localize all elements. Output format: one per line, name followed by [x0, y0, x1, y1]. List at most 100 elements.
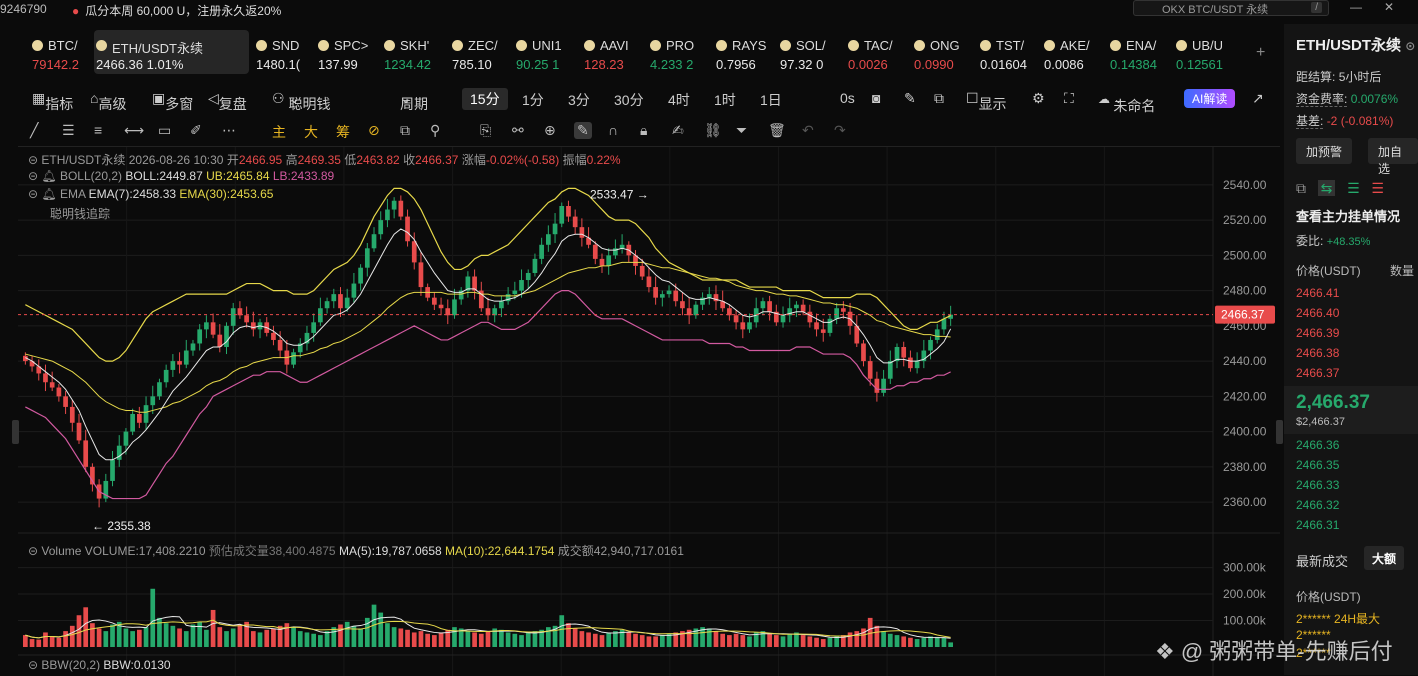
camera-icon[interactable]: ◙ [872, 90, 880, 106]
copy-icon[interactable]: ⎘ [480, 122, 491, 139]
interval-30m[interactable]: 30分 [614, 90, 644, 110]
ask-price[interactable]: 2466.37 [1296, 366, 1339, 380]
ticker-ake[interactable]: AKE/0.0086 [1042, 30, 1106, 74]
add-alert-button[interactable]: 加预警 [1296, 138, 1353, 164]
ticker-rays[interactable]: RAYS 0.7956 [714, 30, 778, 74]
period-dropdown[interactable]: 周期 ⌄ [400, 90, 428, 112]
eyedropper-icon[interactable]: ⚲ [430, 122, 440, 139]
ray-tool-icon[interactable]: ⟷ [124, 122, 144, 139]
ticker-tst[interactable]: TST/0.01604 [978, 30, 1042, 74]
side-title[interactable]: ETH/USDT永续 ⊙ [1296, 34, 1415, 55]
price-chart[interactable]: 2540.00 2520.00 2500.00 2480.00 2460.00 2440.… [18, 146, 1280, 676]
bid-price[interactable]: 2466.36 [1296, 438, 1339, 452]
slash-box-icon[interactable]: ⊘ [368, 122, 380, 139]
window-close-button[interactable]: ✕ [1384, 0, 1394, 14]
ticker-zec[interactable]: ZEC/785.10 [450, 30, 514, 74]
add-ticker-button[interactable]: + [1256, 44, 1265, 62]
interval-1m[interactable]: 1分 [522, 90, 544, 110]
trash-icon[interactable]: 🗑︎ [768, 122, 786, 139]
chart-canvas[interactable]: 2540.002520.002500.002480.002460.002440.… [18, 147, 1280, 676]
ticker-sol[interactable]: SOL/97.32 0 [778, 30, 842, 74]
ticker-ong[interactable]: ONG 0.0990 [912, 30, 976, 74]
interval-1h[interactable]: 1时 [714, 90, 736, 110]
ticker-ethusdt[interactable]: ETH/USDT永续 2466.36 1.01% [94, 30, 249, 74]
legend-collapse-icon[interactable]: ⊝ [28, 153, 41, 167]
candle-body [378, 220, 384, 235]
ticker-skh[interactable]: SKH' 1234.42 [382, 30, 446, 74]
orderbook-asks-icon[interactable]: ☰ [1371, 180, 1384, 196]
latest-trades-title[interactable]: 最新成交 [1296, 551, 1348, 570]
indicators-button[interactable]: ▦ 指标 [32, 90, 73, 112]
ticker-spc[interactable]: SPC> 137.99 [316, 30, 380, 74]
share-icon[interactable]: ↗ [1252, 90, 1264, 107]
interval-4h[interactable]: 4时 [668, 90, 690, 110]
trendline-tool-icon[interactable]: ╱ [30, 122, 38, 139]
add-favorite-button[interactable]: 加自选 [1368, 138, 1418, 176]
brush-tool-icon[interactable]: ✐ [190, 122, 202, 139]
multi-window-button[interactable]: ▣ 多窗 [152, 90, 193, 112]
ruler-icon[interactable]: ⚯ [512, 122, 524, 139]
tag-chips[interactable]: 筹 [336, 122, 350, 142]
interval-3m[interactable]: 3分 [568, 90, 590, 110]
ticker-ubu[interactable]: UB/U 0.12561 [1174, 30, 1238, 74]
parallel-tool-icon[interactable]: ≡ [94, 122, 102, 138]
ask-price[interactable]: 2466.40 [1296, 306, 1339, 320]
side-title-text: ETH/USDT永续 [1296, 37, 1402, 54]
rect-tool-icon[interactable]: ▭ [158, 122, 171, 139]
smart-money-button[interactable]: ⚇ 聪明钱 ⌄ [272, 90, 330, 112]
settings-icon[interactable]: ⚙ [1032, 90, 1045, 107]
orderbook-bids-icon[interactable]: ☰ [1347, 180, 1360, 196]
tag-big[interactable]: 大 [304, 122, 318, 142]
link-icon[interactable]: ⛓ [704, 122, 722, 139]
redo-icon[interactable]: ↷ [834, 122, 846, 139]
interval-1d[interactable]: 1日 [760, 90, 782, 110]
boll-bell-icon[interactable]: ⊝ 🔔︎ [28, 169, 57, 183]
zoom-icon[interactable]: ⊕ [544, 122, 556, 139]
volume-collapse-icon[interactable]: ⊝ [28, 544, 41, 558]
highlighter-icon[interactable]: ✎ [574, 122, 592, 139]
ask-price[interactable]: 2466.38 [1296, 346, 1339, 360]
hline-tool-icon[interactable]: ☰ [62, 122, 75, 139]
bbw-collapse-icon[interactable]: ⊝ [28, 658, 41, 672]
ticker-ena[interactable]: ENA/0.14384 [1108, 30, 1172, 74]
right-collapse-handle[interactable] [1276, 420, 1283, 444]
bid-price[interactable]: 2466.32 [1296, 498, 1339, 512]
fullscreen-icon[interactable]: ⛶ [1064, 90, 1074, 107]
pen-icon[interactable]: ✎ [904, 90, 916, 107]
replay-button[interactable]: ◁ 复盘 [208, 90, 247, 112]
filter-icon[interactable]: ⏷ [736, 122, 747, 139]
bid-price[interactable]: 2466.33 [1296, 478, 1339, 492]
popout-icon[interactable]: ⧉ [934, 90, 944, 107]
window-minimize-button[interactable]: — [1350, 0, 1362, 14]
ticker-tac[interactable]: TAC/0.0026 [846, 30, 910, 74]
ticker-snd[interactable]: SND 1480.1( [254, 30, 318, 74]
lock-icon[interactable]: 🔒︎ [640, 122, 647, 139]
layers-icon[interactable]: ⧉ [400, 122, 410, 139]
ai-interpret-button[interactable]: AI解读 [1184, 89, 1236, 108]
ask-price[interactable]: 2466.39 [1296, 326, 1339, 340]
interval-15m[interactable]: 15分 [462, 88, 508, 110]
orderbook-both-icon[interactable]: ⇆ [1317, 180, 1336, 196]
ticker-pro[interactable]: PRO 4.233 2 [648, 30, 712, 74]
left-collapse-handle[interactable] [12, 420, 19, 444]
tag-main[interactable]: 主 [272, 122, 286, 142]
promo-banner[interactable]: ● 瓜分本周 60,000 U，注册永久返20% [72, 2, 281, 19]
edit-list-icon[interactable]: ✍ [672, 122, 684, 139]
ticker-uni1[interactable]: UNI1 90.25 1 [514, 30, 578, 74]
display-button[interactable]: ☐ 显示 [966, 90, 1007, 112]
ema-bell-icon[interactable]: ⊝ 🔔︎ [28, 187, 57, 201]
search-input[interactable]: OKX BTC/USDT 永续 / [1133, 0, 1329, 16]
orderbook-view-icons[interactable]: ⧉ ⇆ ☰ ☰ [1296, 180, 1384, 197]
ask-price[interactable]: 2466.41 [1296, 286, 1339, 300]
large-trades-tab[interactable]: 大额 [1364, 546, 1405, 570]
magnet-icon[interactable]: ∩ [608, 122, 618, 138]
layout-dropdown[interactable]: ☁ 未命名 ⌄ [1098, 92, 1155, 114]
advanced-button[interactable]: ⌂ 高级 [90, 90, 126, 112]
orderbook-title[interactable]: 查看主力挂单情况 [1296, 206, 1400, 225]
undo-icon[interactable]: ↶ [802, 122, 814, 139]
bid-price[interactable]: 2466.35 [1296, 458, 1339, 472]
bid-price[interactable]: 2466.31 [1296, 518, 1339, 532]
ticker-btc[interactable]: BTC/79142.2 [30, 30, 94, 74]
more-tools-icon[interactable]: ⋯ [222, 122, 236, 139]
ticker-aavi[interactable]: AAVI 128.23 [582, 30, 646, 74]
